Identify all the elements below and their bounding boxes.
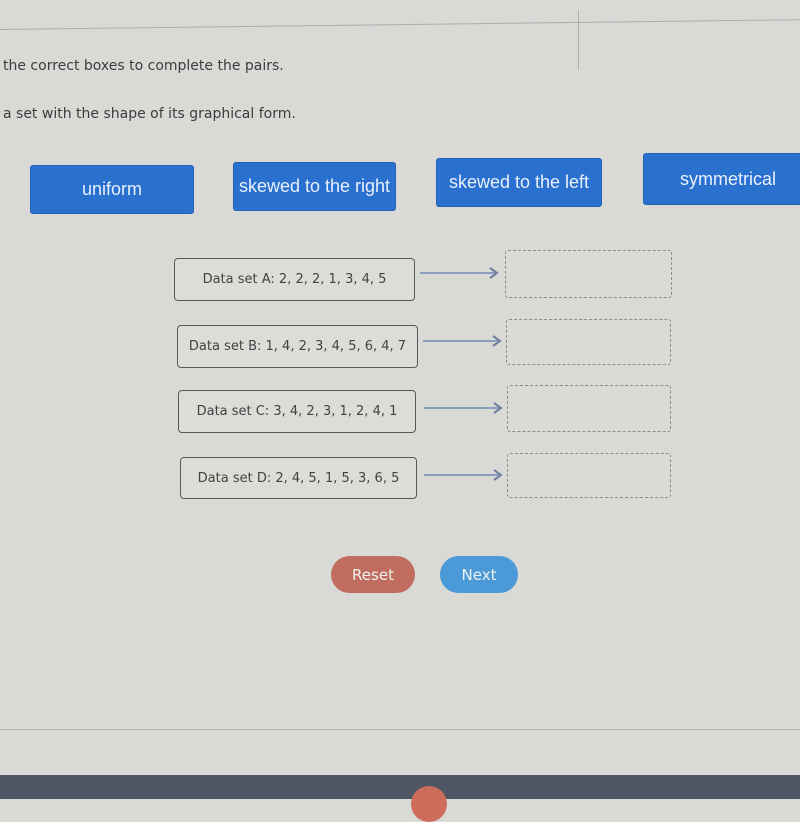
drop-target-c[interactable]: [507, 385, 671, 432]
tile-skewed-right[interactable]: skewed to the right: [233, 162, 396, 211]
right-arrow-icon: [420, 267, 499, 279]
right-arrow-icon: [424, 402, 503, 414]
drop-target-b[interactable]: [506, 319, 671, 365]
data-set-c-label: Data set C: 3, 4, 2, 3, 1, 2, 4, 1: [178, 390, 416, 433]
data-set-d-label: Data set D: 2, 4, 5, 1, 5, 3, 6, 5: [180, 457, 417, 499]
instruction-text: the correct boxes to complete the pairs.: [3, 58, 284, 74]
app-icon[interactable]: [411, 786, 447, 822]
reset-button[interactable]: Reset: [331, 556, 415, 593]
tile-skewed-left[interactable]: skewed to the left: [436, 158, 602, 207]
right-arrow-icon: [423, 335, 502, 347]
vertical-divider: [578, 10, 579, 70]
drop-target-a[interactable]: [505, 250, 672, 298]
taskbar: [0, 775, 800, 799]
header-divider: [0, 19, 800, 30]
question-prompt: a set with the shape of its graphical fo…: [3, 106, 296, 122]
data-set-b-label: Data set B: 1, 4, 2, 3, 4, 5, 6, 4, 7: [177, 325, 418, 368]
tile-uniform[interactable]: uniform: [30, 165, 194, 214]
footer-divider: [0, 729, 800, 730]
tile-symmetrical[interactable]: symmetrical: [643, 153, 800, 205]
next-button[interactable]: Next: [440, 556, 518, 593]
right-arrow-icon: [424, 469, 503, 481]
drop-target-d[interactable]: [507, 453, 671, 498]
data-set-a-label: Data set A: 2, 2, 2, 1, 3, 4, 5: [174, 258, 415, 301]
